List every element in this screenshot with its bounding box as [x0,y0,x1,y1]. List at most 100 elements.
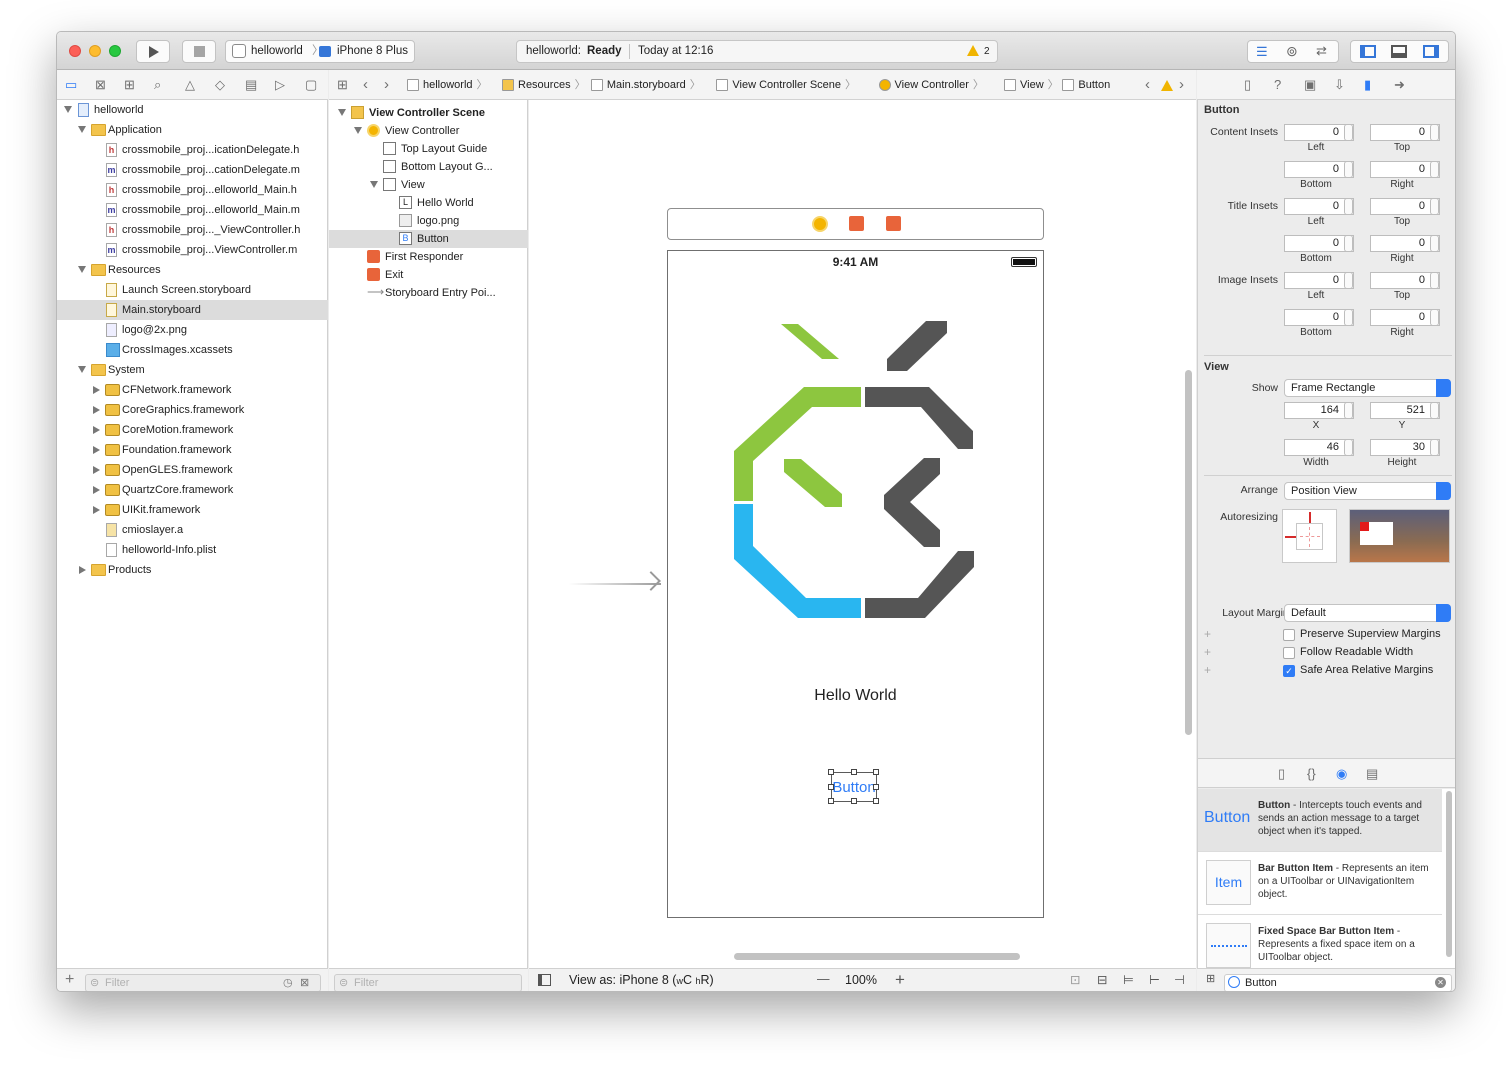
x-stepper[interactable] [1344,402,1353,419]
list-item[interactable]: h crossmobile_proj..._ViewController.h [57,220,328,240]
list-item[interactable]: System [57,360,328,380]
top-inset-stepper[interactable] [1430,124,1439,141]
left-strut-icon[interactable] [1285,536,1296,538]
list-item[interactable]: h crossmobile_proj...icationDelegate.h [57,140,328,160]
update-frames-icon[interactable]: ⊡ [1070,972,1080,987]
resize-handle[interactable] [873,784,879,790]
resize-handle[interactable] [828,784,834,790]
list-item[interactable]: m crossmobile_proj...elloworld_Main.m [57,200,328,220]
run-button[interactable] [136,40,170,63]
object-library-icon[interactable]: ◉ [1336,759,1347,789]
grid-view-icon[interactable]: ⊞ [1206,972,1215,985]
list-item[interactable]: Resources [57,260,328,280]
code-snippet-library-icon[interactable]: {} [1307,759,1316,789]
disclosure-right-icon[interactable] [93,446,100,454]
outline-item[interactable]: Top Layout Guide [329,140,528,158]
disclosure-right-icon[interactable] [93,406,100,414]
project-navigator-icon[interactable]: ▭ [65,70,77,100]
test-navigator-icon[interactable]: ◇ [215,70,225,100]
resize-handle[interactable] [873,769,879,775]
library-search-field[interactable]: Button ✕ [1224,974,1452,991]
scheme-selector[interactable]: helloworld 〉 iPhone 8 Plus [225,40,415,63]
top-inset-stepper[interactable] [1430,198,1439,215]
disclosure-right-icon[interactable] [93,426,100,434]
button-element[interactable]: Button [832,779,876,796]
align-icon[interactable]: ⊨ [1123,972,1134,987]
disclosure-down-icon[interactable] [78,266,86,273]
navigator-toggle-icon[interactable] [1360,45,1376,58]
view-as-device[interactable]: View as: iPhone 8 (wC hR) [569,973,714,987]
list-item[interactable]: cmioslayer.a [57,520,328,540]
list-item[interactable]: Launch Screen.storyboard [57,280,328,300]
library-scrollbar[interactable] [1446,791,1452,957]
list-item[interactable]: CrossImages.xcassets [57,340,328,360]
breadcrumb-item[interactable]: View Controller 〉 [878,70,984,100]
quick-help-icon[interactable]: ? [1274,70,1281,100]
source-control-icon[interactable]: ⊠ [95,70,106,100]
prev-issue-chevron-icon[interactable]: ‹ [1145,70,1150,100]
warning-icon[interactable] [1161,80,1173,91]
outline-item[interactable]: ⟶ Storyboard Entry Poi... [329,284,528,302]
stop-button[interactable] [182,40,216,63]
outline-toggle-icon[interactable] [538,974,551,986]
resize-handle[interactable] [828,769,834,775]
file-inspector-icon[interactable]: ▯ [1244,70,1251,100]
list-item[interactable]: helloworld-Info.plist [57,540,328,560]
first-responder-icon[interactable] [849,216,864,231]
minimize-window-button[interactable] [89,45,101,57]
outline-item[interactable]: logo.png [329,212,528,230]
list-item[interactable]: Products [57,560,328,580]
add-variation-button[interactable]: + [1204,627,1211,641]
disclosure-right-icon[interactable] [93,486,100,494]
breadcrumb-item[interactable]: Button [1062,70,1110,100]
zoom-out-button[interactable]: — [817,972,830,986]
forward-chevron-icon[interactable]: › [384,70,389,100]
list-item[interactable]: helloworld [57,100,328,120]
report-navigator-icon[interactable]: ▢ [305,70,317,100]
standard-editor-icon[interactable]: ☰ [1256,44,1268,60]
issue-navigator-icon[interactable]: △ [185,70,195,100]
outline-item[interactable]: Exit [329,266,528,284]
storyboard-canvas[interactable]: 9:41 AM Hello World Button [529,100,1196,968]
disclosure-right-icon[interactable] [79,566,86,574]
right-inset-stepper[interactable] [1430,309,1439,326]
vertical-scrollbar[interactable] [1185,370,1192,735]
find-navigator-icon[interactable]: ⌕ [154,70,161,100]
view-controller-icon[interactable] [812,216,828,232]
breakpoint-navigator-icon[interactable]: ▷ [275,70,285,100]
show-popup[interactable]: Frame Rectangle [1284,379,1451,397]
file-template-library-icon[interactable]: ▯ [1278,759,1285,789]
outline-filter-field[interactable]: ⊜ Filter [334,974,522,991]
outline-item[interactable]: First Responder [329,248,528,266]
add-constraints-icon[interactable]: ⊢ [1149,972,1160,987]
list-item[interactable]: m crossmobile_proj...ViewController.m [57,240,328,260]
disclosure-down-icon[interactable] [78,126,86,133]
left-inset-stepper[interactable] [1344,124,1353,141]
disclosure-down-icon[interactable] [354,127,362,134]
top-inset-stepper[interactable] [1430,272,1439,289]
breadcrumb-item[interactable]: helloworld 〉 [407,70,488,100]
list-item[interactable]: Foundation.framework [57,440,328,460]
disclosure-right-icon[interactable] [93,466,100,474]
resize-handle[interactable] [828,798,834,804]
width-stepper[interactable] [1344,439,1353,456]
right-inset-stepper[interactable] [1430,161,1439,178]
exit-icon[interactable] [886,216,901,231]
hello-world-label[interactable]: Hello World [668,687,1043,705]
assistant-editor-icon[interactable]: ⊚ [1286,43,1298,60]
add-variation-button[interactable]: + [1204,645,1211,659]
disclosure-down-icon[interactable] [64,106,72,113]
list-item[interactable]: Main.storyboard [57,300,328,320]
readable-checkbox[interactable] [1283,647,1295,659]
outline-item[interactable]: View Controller Scene [329,104,528,122]
bottom-inset-stepper[interactable] [1344,161,1353,178]
safe-area-checkbox[interactable]: ✓ [1283,665,1295,677]
disclosure-down-icon[interactable] [370,181,378,188]
breadcrumb-item[interactable]: View 〉 [1004,70,1059,100]
related-items-icon[interactable]: ⊞ [337,70,348,100]
zoom-in-button[interactable]: + [895,970,905,990]
zoom-window-button[interactable] [109,45,121,57]
outline-item[interactable]: View [329,176,528,194]
debug-toggle-icon[interactable] [1391,45,1407,58]
outline-item[interactable]: L Hello World [329,194,528,212]
